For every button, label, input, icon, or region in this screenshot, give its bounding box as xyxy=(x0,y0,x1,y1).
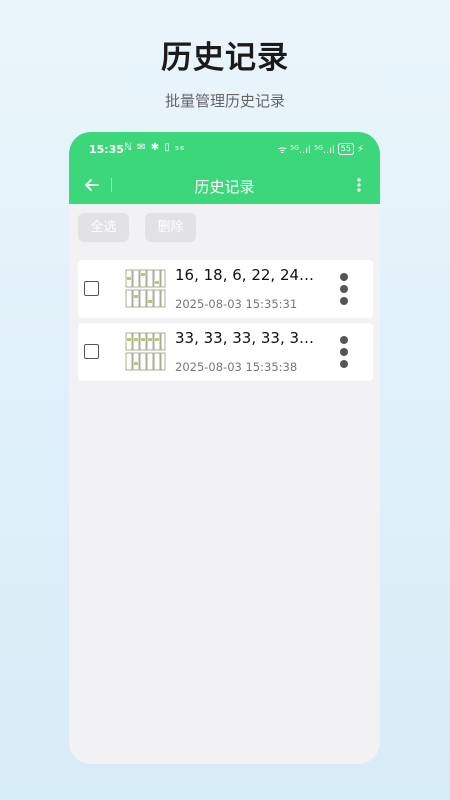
record-numbers: 33, 33, 33, 33, 33, 33 xyxy=(175,329,315,347)
delete-button[interactable]: 删除 xyxy=(145,213,196,242)
more-vertical-icon[interactable] xyxy=(334,271,354,307)
record-timestamp: 2025-08-03 15:35:31 xyxy=(175,297,298,311)
record-timestamp: 2025-08-03 15:35:38 xyxy=(175,360,298,374)
lottery-ticket-thumbnail xyxy=(125,269,166,308)
lottery-ticket-thumbnail xyxy=(125,332,166,371)
select-all-button[interactable]: 全选 xyxy=(78,213,129,242)
promo-title: 历史记录 xyxy=(161,40,289,76)
phone-screen: 15:35 ℕ ✉ ✱ ▯ ₅₆ ᯤ ⁵ᴳ..ıl ⁵ᴳ..ıl 55 ⚡ 历史… xyxy=(69,132,380,764)
charging-icon: ⚡ xyxy=(356,143,364,155)
more-vertical-icon[interactable] xyxy=(334,334,354,370)
status-bar: 15:35 ℕ ✉ ✱ ▯ ₅₆ ᯤ ⁵ᴳ..ıl ⁵ᴳ..ıl 55 ⚡ xyxy=(69,132,380,166)
battery-icon: 55 xyxy=(337,143,354,155)
page-title: 历史记录 xyxy=(194,178,255,196)
record-checkbox[interactable] xyxy=(84,281,99,296)
more-vertical-icon xyxy=(357,178,361,192)
record-numbers: 16, 18, 6, 22, 24, 26 xyxy=(175,266,315,284)
status-time: 15:35 xyxy=(89,143,125,156)
app-bar: 历史记录 xyxy=(69,166,380,204)
record-checkbox[interactable] xyxy=(84,344,99,359)
overflow-menu-button[interactable] xyxy=(346,172,372,198)
signal-icons: ᯤ ⁵ᴳ..ıl ⁵ᴳ..ıl xyxy=(277,145,335,156)
status-notification-icons: ℕ ✉ ✱ ▯ ₅₆ xyxy=(124,142,186,153)
promo-subtitle: 批量管理历史记录 xyxy=(164,92,285,110)
history-record[interactable]: 33, 33, 33, 33, 33, 33 2025-08-03 15:35:… xyxy=(78,323,373,381)
history-record[interactable]: 16, 18, 6, 22, 24, 26 2025-08-03 15:35:3… xyxy=(78,260,373,318)
status-right: ᯤ ⁵ᴳ..ıl ⁵ᴳ..ıl 55 ⚡ xyxy=(278,142,364,156)
